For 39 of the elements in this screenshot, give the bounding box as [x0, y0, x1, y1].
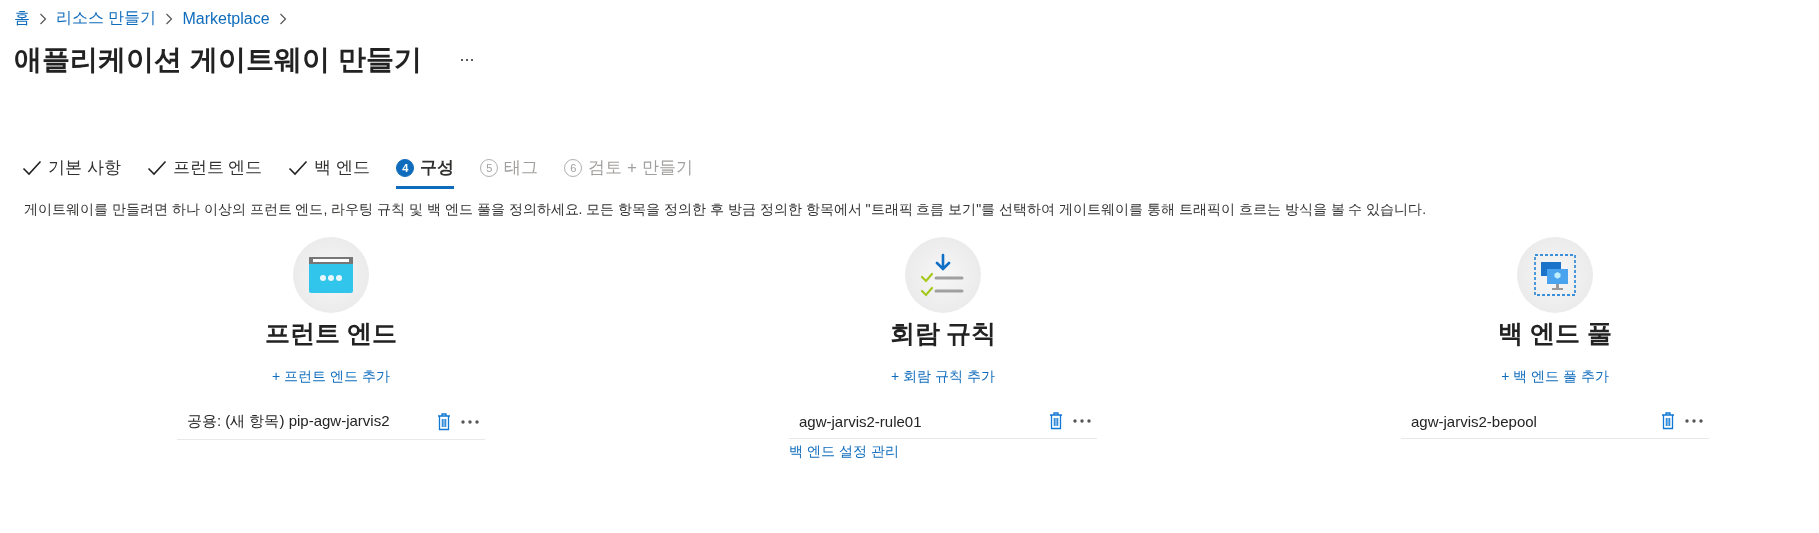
description-text: 게이트웨이를 만들려면 하나 이상의 프런트 엔드, 라우팅 규칙 및 백 엔드 풀을 정의하세요. 모든 항목을 정의한 후 방금 정의한 항목에서 "트래픽 흐름 보기"를 선택하여 게이트웨이를 통해 트래픽이 흐르는 방식을 볼 수 있습니다. — [24, 201, 1428, 219]
item-name: agw-jarvis2-rule01 — [799, 412, 923, 430]
check-icon — [288, 159, 309, 176]
add-link[interactable]: + 백 엔드 풀 추가 — [1501, 368, 1609, 386]
chevron-icon — [39, 12, 47, 25]
server-pool-icon — [1534, 254, 1576, 296]
chevron-icon — [165, 12, 174, 25]
list-row[interactable]: agw-jarvis2-rule01 — [789, 406, 1097, 439]
delete-icon[interactable] — [1049, 412, 1063, 430]
wizard-tab[interactable]: 기본 사항 — [22, 156, 121, 189]
breadcrumb-link[interactable]: Marketplace — [182, 9, 270, 28]
more-icon[interactable] — [1685, 419, 1703, 423]
chevron-icon — [278, 12, 287, 25]
breadcrumb-link[interactable]: 리소스 만들기 — [56, 8, 157, 29]
add-link[interactable]: + 프런트 엔드 추가 — [272, 368, 390, 386]
check-icon — [22, 159, 42, 176]
wizard-tab[interactable]: 백 엔드 — [288, 156, 371, 189]
section-title: 백 엔드 풀 — [1498, 318, 1612, 349]
delete-icon[interactable] — [437, 412, 451, 431]
more-icon[interactable] — [1073, 419, 1091, 423]
breadcrumb-link[interactable]: 홈 — [14, 8, 30, 29]
add-link[interactable]: + 회람 규칙 추가 — [891, 368, 995, 386]
item-name: agw-jarvis2-bepool — [1411, 412, 1538, 430]
wizard-tab[interactable]: 프런트 엔드 — [146, 156, 263, 189]
check-icon — [146, 159, 167, 176]
manage-link[interactable]: 백 엔드 설정 관리 — [789, 443, 1097, 461]
more-icon[interactable] — [459, 58, 474, 62]
list-row[interactable]: agw-jarvis2-bepool — [1401, 406, 1709, 439]
checklist-icon — [920, 253, 966, 297]
list-row[interactable]: 공용: (새 항목) pip-agw-jarvis2 — [177, 406, 485, 440]
section-title: 회람 규칙 — [889, 318, 997, 349]
wizard-tab[interactable]: 4 구성 — [396, 156, 455, 189]
item-name: 공용: (새 항목) pip-agw-jarvis2 — [187, 412, 391, 431]
section-title: 프런트 엔드 — [265, 318, 397, 349]
browser-window-icon — [309, 257, 353, 293]
more-icon[interactable] — [461, 419, 479, 424]
page-title: 애플리케이션 게이트웨이 만들기 — [14, 43, 422, 77]
step-number: 4 — [396, 158, 415, 177]
delete-icon[interactable] — [1661, 412, 1675, 430]
